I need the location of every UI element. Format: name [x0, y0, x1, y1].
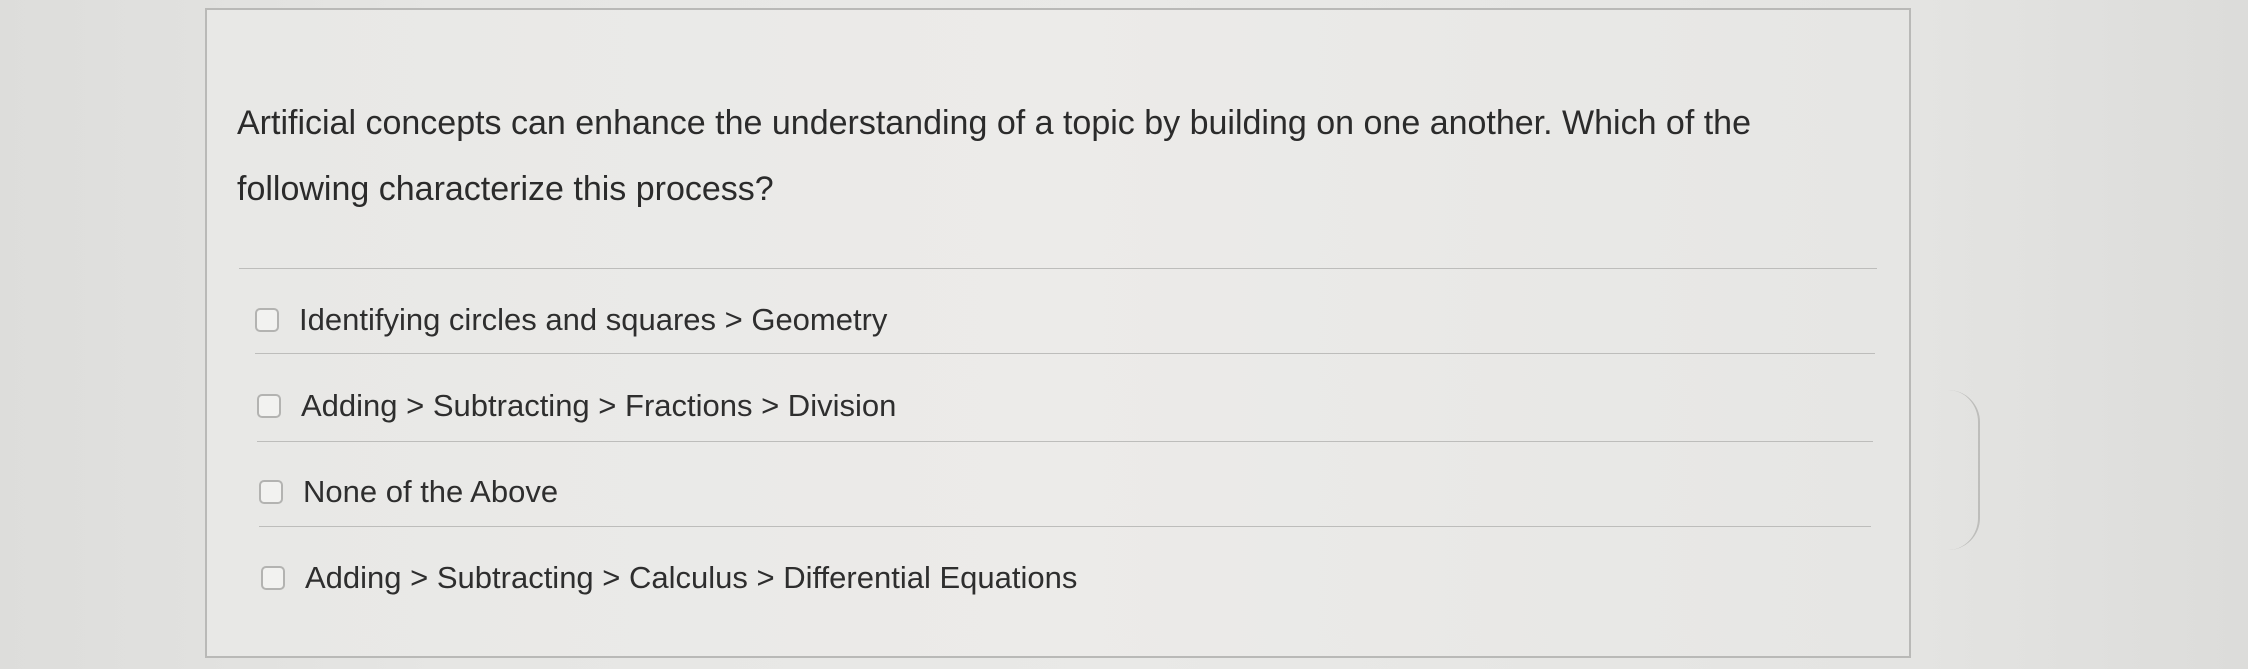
- option-divider-2: [257, 441, 1873, 442]
- screen-scratch-mark: [1948, 390, 1980, 550]
- option-divider-3: [259, 526, 1871, 527]
- answer-option-2[interactable]: Adding > Subtracting > Fractions > Divis…: [257, 384, 896, 428]
- option-label-3: None of the Above: [303, 474, 559, 509]
- checkbox-option-2[interactable]: [257, 394, 281, 418]
- option-divider-1: [255, 353, 1875, 354]
- question-text: Artificial concepts can enhance the unde…: [237, 104, 1751, 208]
- option-label-4: Adding > Subtracting > Calculus > Differ…: [305, 560, 1078, 595]
- checkbox-option-3[interactable]: [259, 480, 283, 504]
- answer-option-3[interactable]: None of the Above: [259, 470, 558, 514]
- checkbox-option-1[interactable]: [255, 308, 279, 332]
- answer-option-4[interactable]: Adding > Subtracting > Calculus > Differ…: [261, 556, 1077, 600]
- checkbox-option-4[interactable]: [261, 566, 285, 590]
- option-label-2: Adding > Subtracting > Fractions > Divis…: [301, 388, 897, 423]
- question-card: Artificial concepts can enhance the unde…: [205, 8, 1911, 658]
- question-divider: [239, 268, 1877, 269]
- answer-option-1[interactable]: Identifying circles and squares > Geomet…: [255, 298, 887, 342]
- option-label-1: Identifying circles and squares > Geomet…: [299, 302, 888, 337]
